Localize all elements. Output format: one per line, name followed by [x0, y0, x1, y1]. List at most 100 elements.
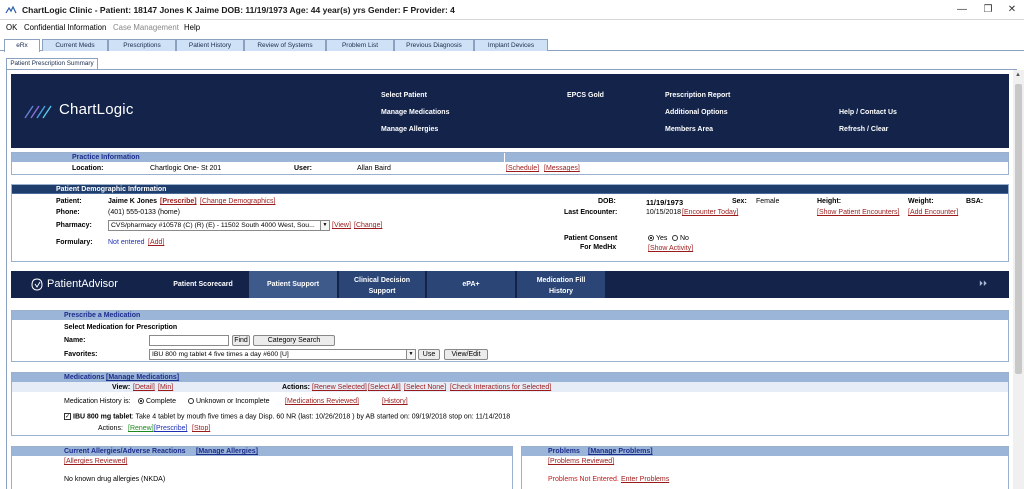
- category-search-button[interactable]: Category Search: [253, 335, 335, 346]
- medications-section: Medications [Manage Medications] View: […: [11, 372, 1009, 436]
- last-encounter-label: Last Encounter:: [564, 209, 618, 216]
- formulary-add-link[interactable]: [Add]: [148, 239, 164, 246]
- tab-patient-prescription-summary[interactable]: Patient Prescription Summary: [6, 58, 98, 69]
- detail-link[interactable]: [Detail]: [133, 384, 155, 391]
- add-encounter-link[interactable]: [Add Encounter]: [908, 209, 958, 216]
- manage-allergies-link[interactable]: [Manage Allergies]: [196, 447, 258, 456]
- prescribe-link[interactable]: [Prescribe]: [160, 198, 197, 205]
- restore-button[interactable]: ❐: [978, 3, 998, 17]
- select-none-link[interactable]: [Select None]: [404, 384, 446, 391]
- tab-clinical-decision-support[interactable]: Clinical Decision Support: [339, 271, 425, 298]
- nav-select-patient[interactable]: Select Patient: [381, 92, 427, 99]
- menu-ok[interactable]: OK: [6, 23, 17, 32]
- medication-checkbox[interactable]: ✓: [64, 413, 71, 420]
- manage-problems-link[interactable]: [Manage Problems]: [588, 447, 653, 456]
- expand-icon[interactable]: ⏵⏵: [979, 279, 987, 289]
- nav-additional-options[interactable]: Additional Options: [665, 109, 728, 116]
- tab-patient-scorecard[interactable]: Patient Scorecard: [159, 271, 247, 298]
- location-label: Location:: [72, 165, 104, 172]
- patient-demographics-section: Patient Demographic Information Patient:…: [11, 184, 1009, 262]
- renew-link[interactable]: [Renew]: [128, 425, 154, 432]
- medication-name: IBU 800 mg tablet: [73, 413, 132, 421]
- user-label: User:: [294, 165, 312, 172]
- medication-history-label: Medication History is:: [64, 398, 131, 405]
- chevron-down-icon: ▼: [406, 350, 415, 359]
- pharmacy-view-link[interactable]: [View]: [332, 222, 351, 229]
- select-all-link[interactable]: [Select All]: [368, 384, 401, 391]
- close-button[interactable]: ✕: [1002, 3, 1022, 17]
- view-edit-button[interactable]: View/Edit: [444, 349, 488, 360]
- consent-no-radio[interactable]: No: [672, 235, 689, 242]
- nav-manage-medications[interactable]: Manage Medications: [381, 109, 449, 116]
- tab-current-meds[interactable]: Current Meds: [42, 39, 108, 51]
- consent-label-1: Patient Consent: [564, 235, 618, 242]
- menu-help[interactable]: Help: [184, 23, 200, 32]
- stop-link[interactable]: [Stop]: [192, 425, 210, 432]
- no-known-allergies-text: No known drug allergies (NKDA): [64, 476, 166, 483]
- tab-patient-history[interactable]: Patient History: [176, 39, 244, 51]
- formulary-value: Not entered: [108, 239, 145, 246]
- tab-review-of-systems[interactable]: Review of Systems: [244, 39, 326, 51]
- problems-reviewed-link[interactable]: [Problems Reviewed]: [548, 458, 614, 465]
- min-link[interactable]: [Min]: [158, 384, 173, 391]
- find-button[interactable]: Find: [232, 335, 250, 346]
- tab-erx[interactable]: eRx: [4, 39, 40, 52]
- pharmacy-change-link[interactable]: [Change]: [354, 222, 382, 229]
- history-link[interactable]: [History]: [382, 398, 408, 405]
- sex-value: Female: [756, 198, 780, 205]
- nav-epcs-gold[interactable]: EPCS Gold: [567, 92, 604, 99]
- consent-yes-radio[interactable]: Yes: [648, 235, 667, 242]
- medications-reviewed-link[interactable]: [Medications Reviewed]: [285, 398, 359, 405]
- manage-medications-link[interactable]: [Manage Medications]: [106, 373, 179, 382]
- menu-confidential-information[interactable]: Confidential Information: [24, 23, 106, 32]
- app-icon: [5, 5, 17, 14]
- nav-prescription-report[interactable]: Prescription Report: [665, 92, 730, 99]
- pharmacy-select[interactable]: CVS/pharmacy #10578 (C) (R) (E) - 11502 …: [108, 220, 330, 231]
- nav-members-area[interactable]: Members Area: [665, 126, 713, 133]
- dob-label: DOB:: [598, 198, 616, 205]
- menu-case-management[interactable]: Case Management: [113, 23, 179, 32]
- change-demographics-link[interactable]: [Change Demographics]: [200, 198, 276, 205]
- nav-help-contact[interactable]: Help / Contact Us: [839, 109, 897, 116]
- history-complete-radio[interactable]: Complete: [138, 398, 176, 405]
- encounter-today-link[interactable]: [Encounter Today]: [682, 209, 738, 216]
- nav-manage-allergies[interactable]: Manage Allergies: [381, 126, 438, 133]
- phone-label: Phone:: [56, 209, 80, 216]
- scroll-up-icon[interactable]: ▲: [1015, 72, 1021, 78]
- prescribe-medication-title: Prescribe a Medication: [64, 312, 141, 319]
- medication-name-input[interactable]: [149, 335, 229, 346]
- allergies-reviewed-link[interactable]: [Allergies Reviewed]: [64, 458, 127, 465]
- show-activity-link[interactable]: [Show Activity]: [648, 245, 693, 252]
- patient-demographics-title: Patient Demographic Information: [56, 186, 167, 193]
- formulary-label: Formulary:: [56, 239, 93, 246]
- nav-refresh-clear[interactable]: Refresh / Clear: [839, 126, 888, 133]
- show-encounters-link[interactable]: [Show Patient Encounters]: [817, 209, 900, 216]
- tab-epa-plus[interactable]: ePA+: [427, 271, 515, 298]
- phone-value: (401) 555-0133 (home): [108, 209, 180, 216]
- consent-yes-label: Yes: [656, 235, 668, 242]
- vertical-scrollbar[interactable]: ▲: [1013, 70, 1024, 489]
- problems-bar: Problems [Manage Problems]: [522, 447, 1008, 456]
- tab-implant-devices[interactable]: Implant Devices: [474, 39, 548, 51]
- practice-information-bar: Practice Information: [12, 153, 1008, 162]
- history-unknown-radio[interactable]: Unknown or Incomplete: [188, 398, 270, 405]
- favorites-select[interactable]: IBU 800 mg tablet 4 five times a day #60…: [149, 349, 416, 360]
- schedule-link[interactable]: [Schedule]: [506, 165, 539, 172]
- bsa-label: BSA:: [966, 198, 984, 205]
- use-button[interactable]: Use: [418, 349, 440, 360]
- last-encounter-value: 10/15/2018: [646, 209, 682, 216]
- check-interactions-link[interactable]: [Check Interactions for Selected]: [450, 384, 551, 391]
- renew-selected-link[interactable]: [Renew Selected]: [312, 384, 367, 391]
- tab-previous-diagnosis[interactable]: Previous Diagnosis: [394, 39, 474, 51]
- minimize-button[interactable]: —: [952, 3, 972, 17]
- messages-link[interactable]: [Messages]: [544, 165, 580, 172]
- row-prescribe-link[interactable]: [Prescribe]: [154, 425, 187, 432]
- tab-patient-support[interactable]: Patient Support: [249, 271, 337, 298]
- tab-problem-list[interactable]: Problem List: [326, 39, 394, 51]
- medications-title: Medications: [64, 374, 105, 381]
- problems-section: Problems [Manage Problems] [Problems Rev…: [521, 446, 1009, 489]
- scrollbar-thumb[interactable]: [1015, 84, 1022, 374]
- enter-problems-link[interactable]: Enter Problems: [621, 476, 669, 483]
- tab-prescriptions[interactable]: Prescriptions: [108, 39, 176, 51]
- tab-medication-fill-history[interactable]: Medication Fill History: [517, 271, 605, 298]
